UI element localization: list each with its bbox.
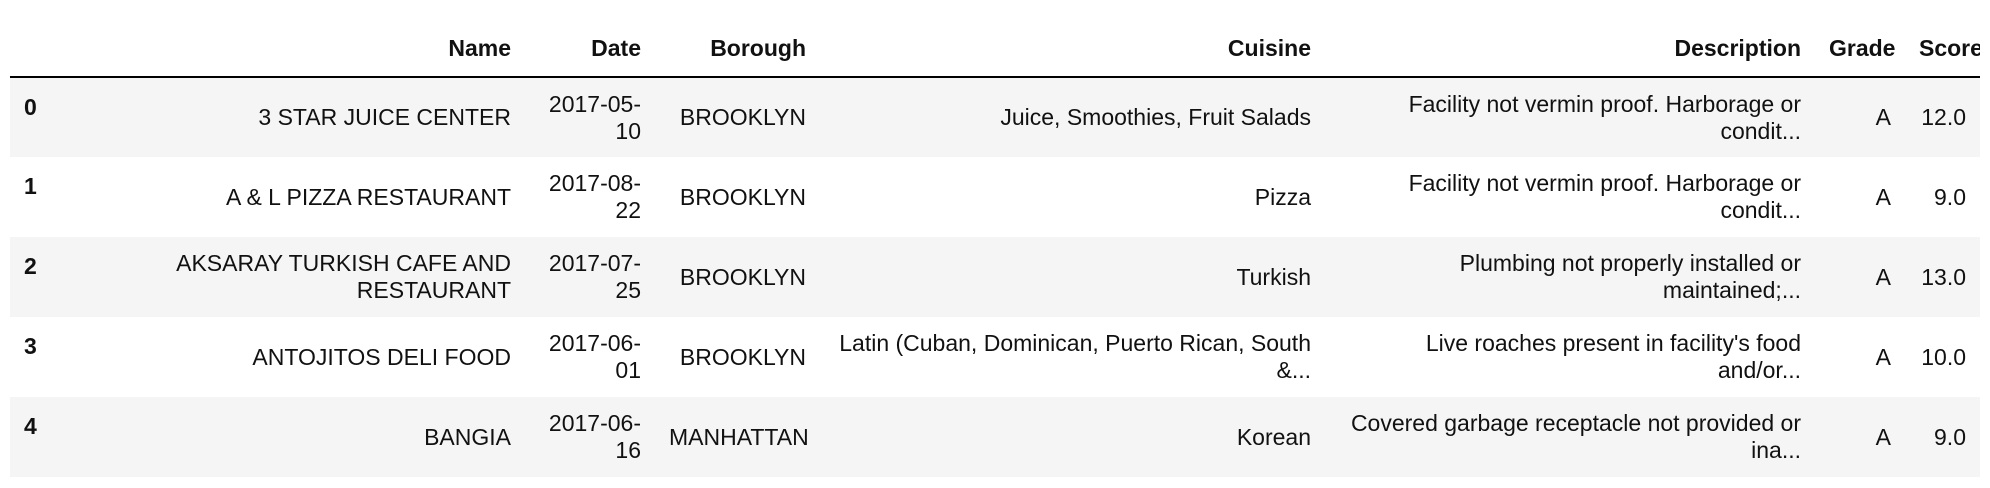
cell-date: 2017-06-16 xyxy=(548,410,641,463)
cell-cuisine: Turkish xyxy=(1236,263,1311,290)
cell-borough: BROOKLYN xyxy=(679,343,806,370)
row-index: 2 xyxy=(24,253,37,279)
cell-grade: A xyxy=(1875,104,1891,130)
cell-date: 2017-07-25 xyxy=(548,250,641,303)
column-header-date: Date xyxy=(525,20,655,78)
cell-date: 2017-08-22 xyxy=(548,170,641,223)
row-index: 4 xyxy=(24,413,37,439)
row-index: 0 xyxy=(24,94,37,120)
column-header-score: Score xyxy=(1905,20,1980,78)
cell-date: 2017-05-10 xyxy=(548,90,641,144)
cell-score: 10.0 xyxy=(1921,343,1966,370)
cell-cuisine: Latin (Cuban, Dominican, Puerto Rican, S… xyxy=(839,330,1311,383)
column-header-description: Description xyxy=(1325,20,1815,78)
cell-grade: A xyxy=(1875,183,1891,210)
header-row: Name Date Borough Cuisine Description Gr… xyxy=(10,20,1980,78)
cell-grade: A xyxy=(1875,423,1891,450)
column-header-name: Name xyxy=(100,20,525,78)
column-header-cuisine: Cuisine xyxy=(820,20,1325,78)
cell-borough: MANHATTAN xyxy=(669,423,809,450)
cell-date: 2017-06-01 xyxy=(548,330,641,383)
row-index: 1 xyxy=(24,173,37,199)
cell-score: 12.0 xyxy=(1921,104,1966,130)
table-row: 4 BANGIA 2017-06-16 MANHATTAN Korean Cov… xyxy=(10,397,1980,477)
cell-name: AKSARAY TURKISH CAFE AND RESTAURANT xyxy=(176,250,511,303)
cell-score: 9.0 xyxy=(1934,183,1966,210)
cell-grade: A xyxy=(1875,343,1891,370)
table-row: 2 AKSARAY TURKISH CAFE AND RESTAURANT 20… xyxy=(10,237,1980,317)
cell-cuisine: Pizza xyxy=(1254,183,1311,210)
cell-borough: BROOKLYN xyxy=(679,104,806,130)
cell-description: Plumbing not properly installed or maint… xyxy=(1459,250,1801,303)
cell-cuisine: Korean xyxy=(1236,423,1311,450)
cell-description: Facility not vermin proof. Harborage or … xyxy=(1408,90,1801,144)
cell-name: A & L PIZZA RESTAURANT xyxy=(225,183,511,210)
cell-name: BANGIA xyxy=(424,423,511,450)
cell-borough: BROOKLYN xyxy=(679,183,806,210)
table-row: 1 A & L PIZZA RESTAURANT 2017-08-22 BROO… xyxy=(10,157,1980,237)
cell-description: Covered garbage receptacle not provided … xyxy=(1350,410,1801,463)
column-header-borough: Borough xyxy=(655,20,820,78)
dataframe-table: Name Date Borough Cuisine Description Gr… xyxy=(10,20,1980,477)
cell-cuisine: Juice, Smoothies, Fruit Salads xyxy=(1000,104,1311,130)
cell-score: 13.0 xyxy=(1921,263,1966,290)
cell-description: Facility not vermin proof. Harborage or … xyxy=(1408,170,1801,223)
column-header-grade: Grade xyxy=(1815,20,1905,78)
table-row: 3 ANTOJITOS DELI FOOD 2017-06-01 BROOKLY… xyxy=(10,317,1980,397)
cell-grade: A xyxy=(1875,263,1891,290)
cell-borough: BROOKLYN xyxy=(679,263,806,290)
cell-name: 3 STAR JUICE CENTER xyxy=(258,104,511,130)
index-header xyxy=(10,20,100,78)
table-row: 0 3 STAR JUICE CENTER 2017-05-10 BROOKLY… xyxy=(10,77,1980,157)
cell-score: 9.0 xyxy=(1934,423,1966,450)
cell-description: Live roaches present in facility's food … xyxy=(1425,330,1801,383)
cell-name: ANTOJITOS DELI FOOD xyxy=(252,343,511,370)
dataframe-output: Name Date Borough Cuisine Description Gr… xyxy=(0,0,1990,488)
row-index: 3 xyxy=(24,333,37,359)
